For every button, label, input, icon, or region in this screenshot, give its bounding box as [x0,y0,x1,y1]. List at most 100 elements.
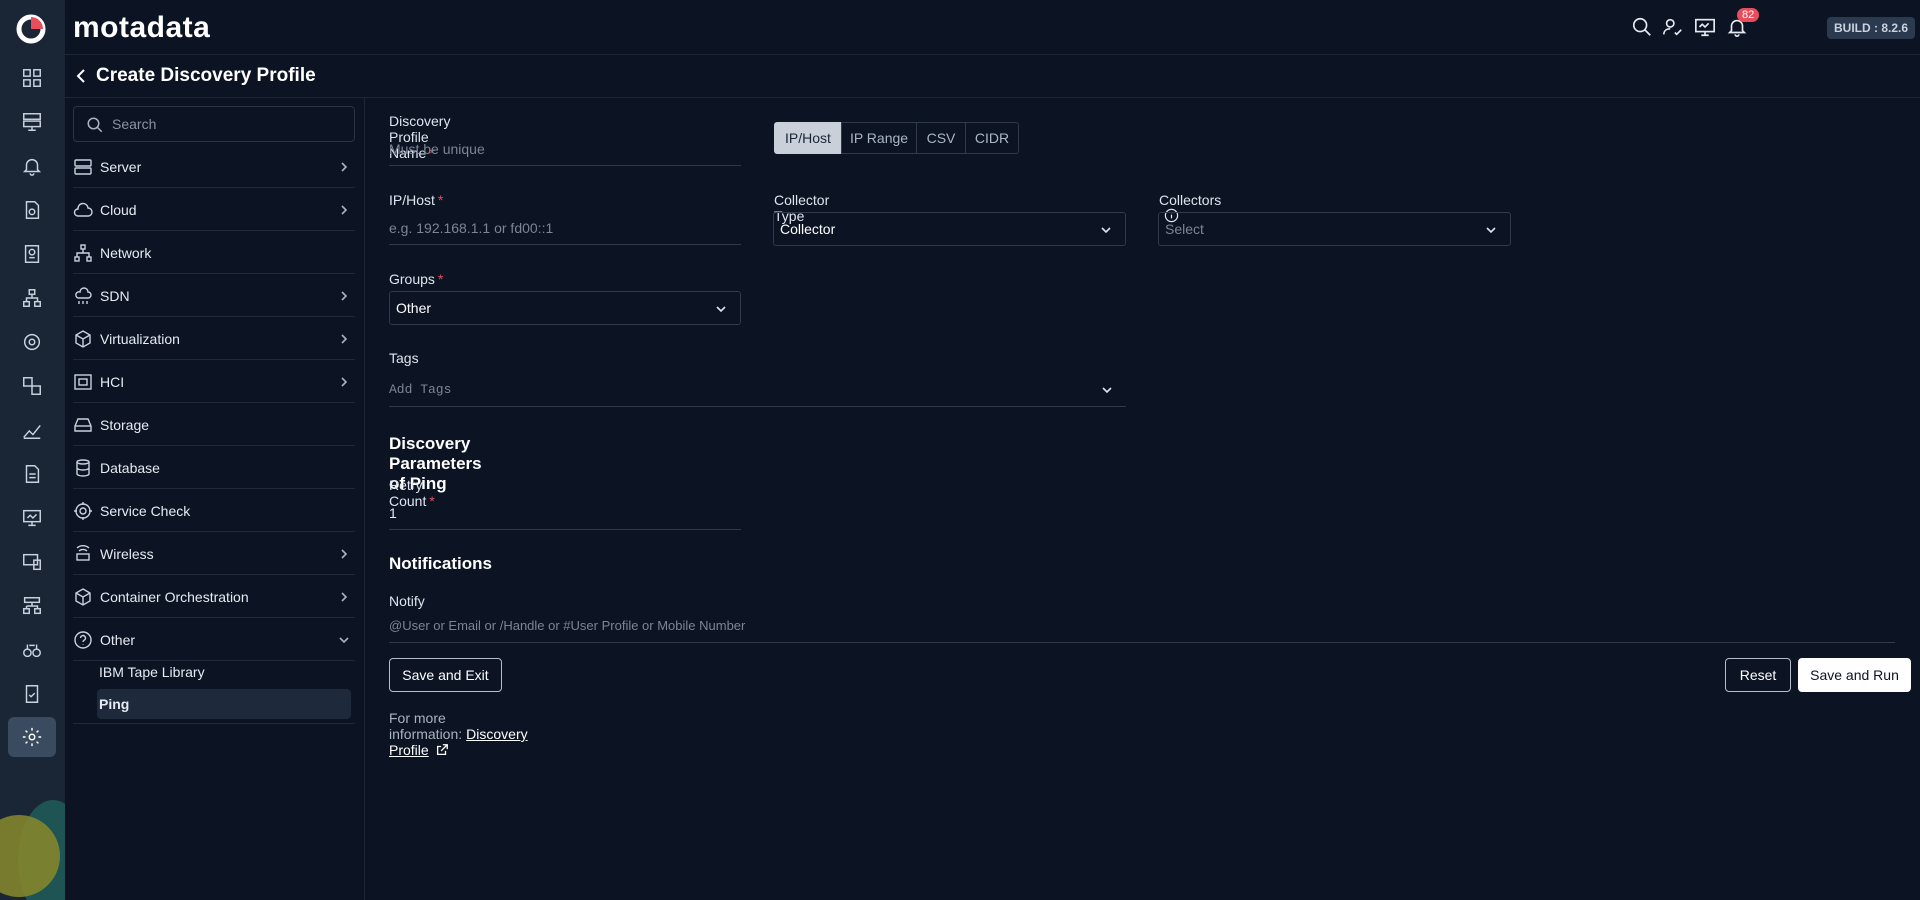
wireless-icon [73,544,93,564]
sdn-icon [73,286,93,306]
search-icon[interactable] [1631,16,1655,40]
profile-name-input[interactable]: Must be unique [389,132,741,166]
sidebar-subitem-ping[interactable]: Ping [99,696,129,712]
log-icon[interactable] [20,242,44,266]
chevron-right-icon [341,291,348,301]
notifications-heading: Notifications [389,554,492,573]
notify-input[interactable]: @User or Email or /Handle or #User Profi… [389,609,1895,643]
sidebar-item-database[interactable]: Database [73,447,355,489]
save-and-exit-button[interactable]: Save and Exit [389,658,502,692]
sidebar-item-label: Cloud [100,201,137,218]
groups-value: Other [396,300,432,316]
sidebar-item-virtualization[interactable]: Virtualization [73,318,355,360]
hci-icon [73,372,93,392]
ip-host-input[interactable]: e.g. 192.168.1.1 or fd00::1 [389,211,741,245]
report-icon[interactable] [20,462,44,486]
back-arrow-icon[interactable] [71,66,91,86]
groups-label: Groups * [389,271,444,287]
sidebar-item-label: Service Check [100,502,191,519]
sidebar-item-server[interactable]: Server [73,146,355,188]
sidebar-item-label: SDN [100,287,130,304]
service-check-icon [73,501,93,521]
chevron-right-icon [341,334,348,344]
sidebar-subitem-ping-highlight[interactable] [97,689,351,719]
workflow-icon[interactable] [20,594,44,618]
sidebar-item-service-check[interactable]: Service Check [73,490,355,532]
device-icon[interactable] [20,550,44,574]
sidebar-item-label: Network [100,244,152,261]
sidebar-item-sdn[interactable]: SDN [73,275,355,317]
more-info-prefix: For more information: [389,710,463,742]
monitor-icon[interactable] [20,506,44,530]
sidebar-item-hci[interactable]: HCI [73,361,355,403]
sidebar-item-label: Other [100,631,136,648]
category-sidebar: Server Cloud Network SDN Virtualization … [65,98,365,900]
tags-placeholder: Add Tags [389,382,452,397]
network-icon [73,243,93,263]
reset-button[interactable]: Reset [1725,658,1791,692]
sidebar-item-label: Server [100,158,142,175]
chevron-right-icon [341,205,348,215]
sidebar-item-label: Wireless [100,545,154,562]
policy-icon[interactable] [20,374,44,398]
groups-select[interactable]: Other [389,291,741,325]
sidebar-subitem-ibm-tape-library[interactable]: IBM Tape Library [99,664,205,680]
chevron-right-icon [341,592,348,602]
chevron-down-icon [1486,227,1496,234]
sidebar-item-label: Container Orchestration [100,588,249,605]
notify-label: Notify [389,593,425,609]
apm-icon[interactable] [20,198,44,222]
database-icon [73,458,93,478]
tab-cidr[interactable]: CIDR [965,122,1019,154]
help-circle-icon [73,630,93,650]
search-icon [87,117,103,133]
more-info-text: For more information: Discovery Profile [389,710,528,758]
server-icon [73,157,93,177]
chevron-down-icon [1101,227,1111,234]
explorer-icon[interactable] [20,638,44,662]
notification-badge: 82 [1737,8,1760,22]
sidebar-item-network[interactable]: Network [73,232,355,274]
sidebar-item-container-orchestration[interactable]: Container Orchestration [73,576,355,618]
search-input[interactable] [112,107,342,141]
chevron-down-icon [1102,387,1112,394]
sidebar-item-label: Storage [100,416,150,433]
tab-ip-host[interactable]: IP/Host [774,122,842,154]
page-title: Create Discovery Profile [96,65,316,86]
dashboard-icon[interactable] [20,66,44,90]
sidebar-item-wireless[interactable]: Wireless [73,533,355,575]
sidebar-item-other[interactable]: Other [73,619,355,661]
retry-count-input[interactable]: 1 [389,496,741,530]
collectors-placeholder: Select [1165,221,1204,237]
external-link-icon[interactable] [435,743,449,757]
chevron-right-icon [341,377,348,387]
tags-input[interactable]: Add Tags [389,373,1126,407]
tab-csv[interactable]: CSV [916,122,966,154]
alert-bell-icon[interactable] [20,154,44,178]
motadata-logo-icon[interactable] [14,12,48,46]
monitor-activity-icon[interactable] [1694,16,1718,40]
sidebar-item-cloud[interactable]: Cloud [73,189,355,231]
build-badge: BUILD : 8.2.6 [1827,17,1916,39]
metrics-icon[interactable] [20,418,44,442]
audit-icon[interactable] [20,682,44,706]
cloud-icon [73,200,93,220]
sidebar-search [73,106,355,142]
sidebar-item-label: Database [100,459,160,476]
tab-ip-range[interactable]: IP Range [841,122,917,154]
save-and-run-button[interactable]: Save and Run [1798,658,1911,692]
topology-icon[interactable] [20,286,44,310]
sidebar-item-storage[interactable]: Storage [73,404,355,446]
network-flow-icon[interactable] [20,330,44,354]
left-rail [0,0,65,900]
ip-host-label: IP/Host * [389,192,444,208]
user-check-icon[interactable] [1662,16,1686,40]
collector-type-select[interactable]: Collector [773,212,1126,246]
settings-icon[interactable] [20,725,44,749]
inventory-icon[interactable] [20,110,44,134]
collectors-select[interactable]: Select [1158,212,1511,246]
sidebar-item-label: HCI [100,373,125,390]
brand-name: motadata [73,11,211,44]
page-header: Create Discovery Profile [65,56,1920,98]
container-icon [73,587,93,607]
